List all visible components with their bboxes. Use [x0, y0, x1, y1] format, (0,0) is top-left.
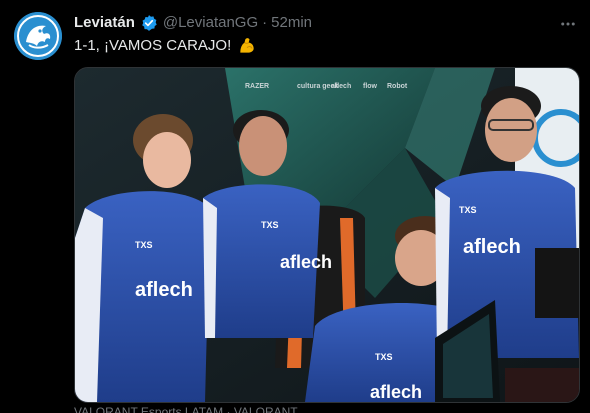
handle[interactable]: @LeviatanGG	[163, 14, 258, 32]
jersey-badge-seated: TXS	[375, 352, 393, 362]
tweet[interactable]: Leviatán @LeviatanGG · 52min 1-1, ¡VAMOS…	[0, 0, 590, 413]
sponsor-robot: Robot	[387, 83, 408, 90]
sponsor-razer: RAZER	[245, 83, 269, 90]
jersey-badge-middle: TXS	[261, 220, 279, 230]
tweet-header: Leviatán @LeviatanGG · 52min	[74, 14, 312, 32]
team-photo: RAZER cultura geek aflech flow Robot afl…	[75, 68, 579, 402]
jersey-badge-right: TXS	[459, 205, 477, 215]
jersey-sponsor-middle: aflech	[280, 252, 332, 272]
jersey-sponsor-left: aflech	[135, 279, 193, 301]
jersey-sponsor-seated: aflech	[370, 382, 422, 402]
tweet-text: 1-1, ¡VAMOS CARAJO!	[74, 36, 257, 56]
timestamp[interactable]: 52min	[271, 14, 312, 32]
tweet-text-content: 1-1, ¡VAMOS CARAJO!	[74, 37, 232, 54]
separator-dot: ·	[262, 14, 268, 31]
more-options-icon[interactable]	[558, 14, 578, 34]
jersey-badge-left: TXS	[135, 240, 153, 250]
display-name[interactable]: Leviatán	[74, 14, 135, 32]
jersey-sponsor-right: aflech	[463, 236, 521, 258]
flexed-biceps-icon	[237, 36, 257, 56]
media-caption[interactable]: VALORANT Esports LATAM · VALORANT	[74, 405, 298, 413]
tweet-photo[interactable]: RAZER cultura geek aflech flow Robot afl…	[74, 67, 580, 403]
verified-badge-icon	[140, 14, 158, 32]
leviatan-logo-icon	[14, 12, 62, 60]
sponsor-aflech: aflech	[331, 83, 351, 90]
sponsor-flow: flow	[363, 83, 378, 90]
avatar[interactable]	[14, 12, 62, 60]
